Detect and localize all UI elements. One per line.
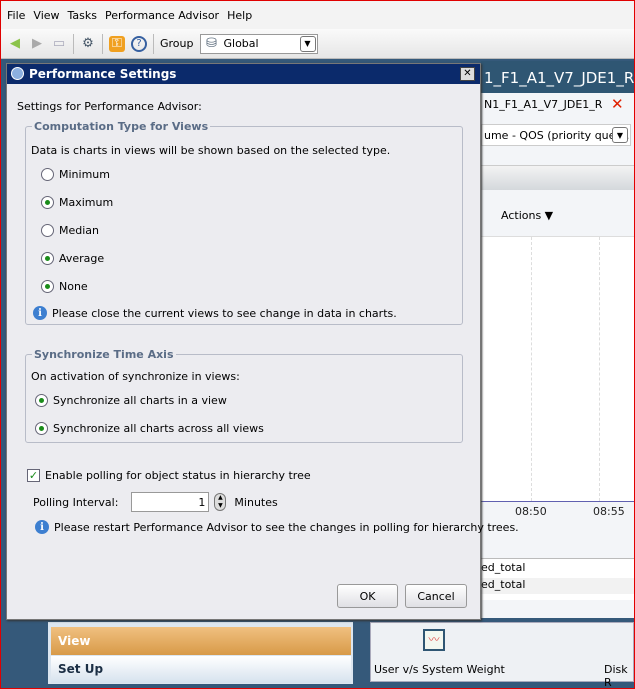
x-tick: 08:50 (515, 505, 547, 518)
group-legend: Synchronize Time Axis (34, 348, 174, 361)
menu-file[interactable]: File (7, 9, 25, 22)
menu-performance-advisor[interactable]: Performance Advisor (105, 9, 219, 22)
legend-list: ed_total ed_total (481, 558, 634, 600)
radio-label: Synchronize all charts across all views (53, 422, 264, 435)
legend-item[interactable]: ed_total (481, 561, 634, 577)
line-chart-icon[interactable]: 〰 (423, 629, 445, 651)
radio-label: Synchronize all charts in a view (53, 394, 227, 407)
counter-select-value: ume - QOS (priority queu... (484, 129, 631, 142)
polling-interval-row: Polling Interval: 1 ▲ ▼ Minutes (33, 492, 278, 512)
gridline (531, 237, 532, 501)
chart-label[interactable]: Disk R (604, 663, 633, 689)
forward-arrow-icon[interactable]: ▶ (29, 36, 45, 52)
menu-tasks[interactable]: Tasks (68, 9, 97, 22)
radio-button[interactable] (41, 252, 54, 265)
computation-note: i Please close the current views to see c… (33, 306, 397, 320)
group-value: Global (223, 37, 259, 50)
menu-help[interactable]: Help (227, 9, 252, 22)
polling-note: i Please restart Performance Advisor to s… (35, 520, 519, 534)
toolbar-band (481, 165, 634, 190)
chevron-down-icon[interactable]: ▼ (299, 35, 316, 52)
nav-view[interactable]: View (51, 627, 351, 655)
radio-button[interactable] (35, 422, 48, 435)
radio-label: Median (59, 224, 100, 237)
view-title: 1_F1_A1_V7_JDE1_R: (481, 61, 634, 93)
actions-menu[interactable]: Actions ▼ (501, 209, 553, 222)
divider (153, 33, 154, 54)
dialog-title: Performance Settings (7, 64, 480, 84)
back-arrow-icon[interactable]: ◀ (7, 36, 23, 52)
menu-view[interactable]: View (33, 9, 59, 22)
divider (102, 33, 103, 54)
radio-maximum[interactable]: Maximum (41, 196, 113, 209)
polling-interval-label: Polling Interval: (33, 495, 119, 509)
radio-label: None (59, 280, 88, 293)
group-select[interactable]: ⛁ Global ▼ (199, 33, 318, 54)
performance-settings-dialog: Performance Settings ✕ Settings for Perf… (6, 63, 519, 620)
radio-sync-view[interactable]: Synchronize all charts in a view (35, 394, 227, 407)
chart-area (481, 236, 634, 501)
app-icon (11, 67, 24, 80)
key-icon[interactable]: ⚿ (109, 35, 125, 52)
radio-button[interactable] (41, 280, 54, 293)
radio-button[interactable] (35, 394, 48, 407)
group-label: Group (160, 37, 194, 50)
radio-label: Maximum (59, 196, 114, 209)
radio-average[interactable]: Average (41, 252, 104, 265)
polling-interval-input[interactable]: 1 (131, 492, 210, 512)
checkbox[interactable]: ✓ (27, 469, 40, 482)
note-text: Please restart Performance Advisor to se… (54, 520, 519, 534)
info-icon: i (35, 520, 49, 534)
x-tick: 08:55 (593, 505, 625, 518)
checkbox-label: Enable polling for object status in hier… (45, 469, 311, 482)
unit-label: Minutes (234, 495, 278, 509)
radio-button[interactable] (41, 196, 54, 209)
computation-desc: Data is charts in views will be shown ba… (31, 144, 391, 157)
note-text: Please close the current views to see ch… (52, 306, 397, 320)
x-axis (481, 501, 634, 502)
intro-text: Settings for Performance Advisor: (17, 100, 202, 113)
help-icon[interactable]: ? (131, 35, 147, 52)
radio-median[interactable]: Median (41, 224, 99, 237)
counter-select[interactable]: ume - QOS (priority queu... ▼ (481, 124, 631, 146)
chevron-down-icon[interactable]: ▼ (612, 127, 628, 143)
ok-button[interactable]: OK (337, 584, 398, 608)
view-panel: N1_F1_A1_V7_JDE1_R ✕ ume - QOS (priority… (481, 93, 634, 618)
spinner-arrows-icon[interactable]: ▲ ▼ (214, 493, 227, 511)
gridline (599, 237, 600, 501)
radio-label: Average (59, 252, 105, 265)
close-tab-icon[interactable]: ✕ (611, 95, 624, 113)
radio-button[interactable] (41, 168, 54, 181)
divider (73, 33, 74, 54)
radio-minimum[interactable]: Minimum (41, 168, 110, 181)
toolbar: ◀ ▶ ▭ ⚙ ⚿ ? Group ⛁ Global ▼ (1, 29, 634, 59)
chart-gallery: 〰 User v/s System Weight Disk R (370, 622, 634, 689)
legend-item[interactable]: ed_total (481, 578, 634, 594)
close-icon[interactable]: ✕ (460, 67, 475, 81)
view-tab[interactable]: N1_F1_A1_V7_JDE1_R (484, 98, 602, 111)
enable-polling-checkbox[interactable]: ✓ Enable polling for object status in hie… (27, 469, 311, 482)
settings-gear-icon[interactable]: ⚙ (80, 36, 96, 52)
radio-label: Minimum (59, 168, 110, 181)
radio-sync-all[interactable]: Synchronize all charts across all views (35, 422, 264, 435)
menu-bar: File View Tasks Performance Advisor Help (1, 1, 634, 29)
radio-button[interactable] (41, 224, 54, 237)
group-legend: Computation Type for Views (34, 120, 209, 133)
chart-label[interactable]: User v/s System Weight (374, 663, 505, 676)
database-icon: ⛁ (206, 36, 217, 51)
folder-icon[interactable]: ▭ (51, 36, 67, 52)
cancel-button[interactable]: Cancel (405, 584, 467, 608)
info-icon: i (33, 306, 47, 320)
sync-desc: On activation of synchronize in views: (31, 370, 240, 383)
radio-none[interactable]: None (41, 280, 88, 293)
nav-setup[interactable]: Set Up (51, 656, 351, 683)
